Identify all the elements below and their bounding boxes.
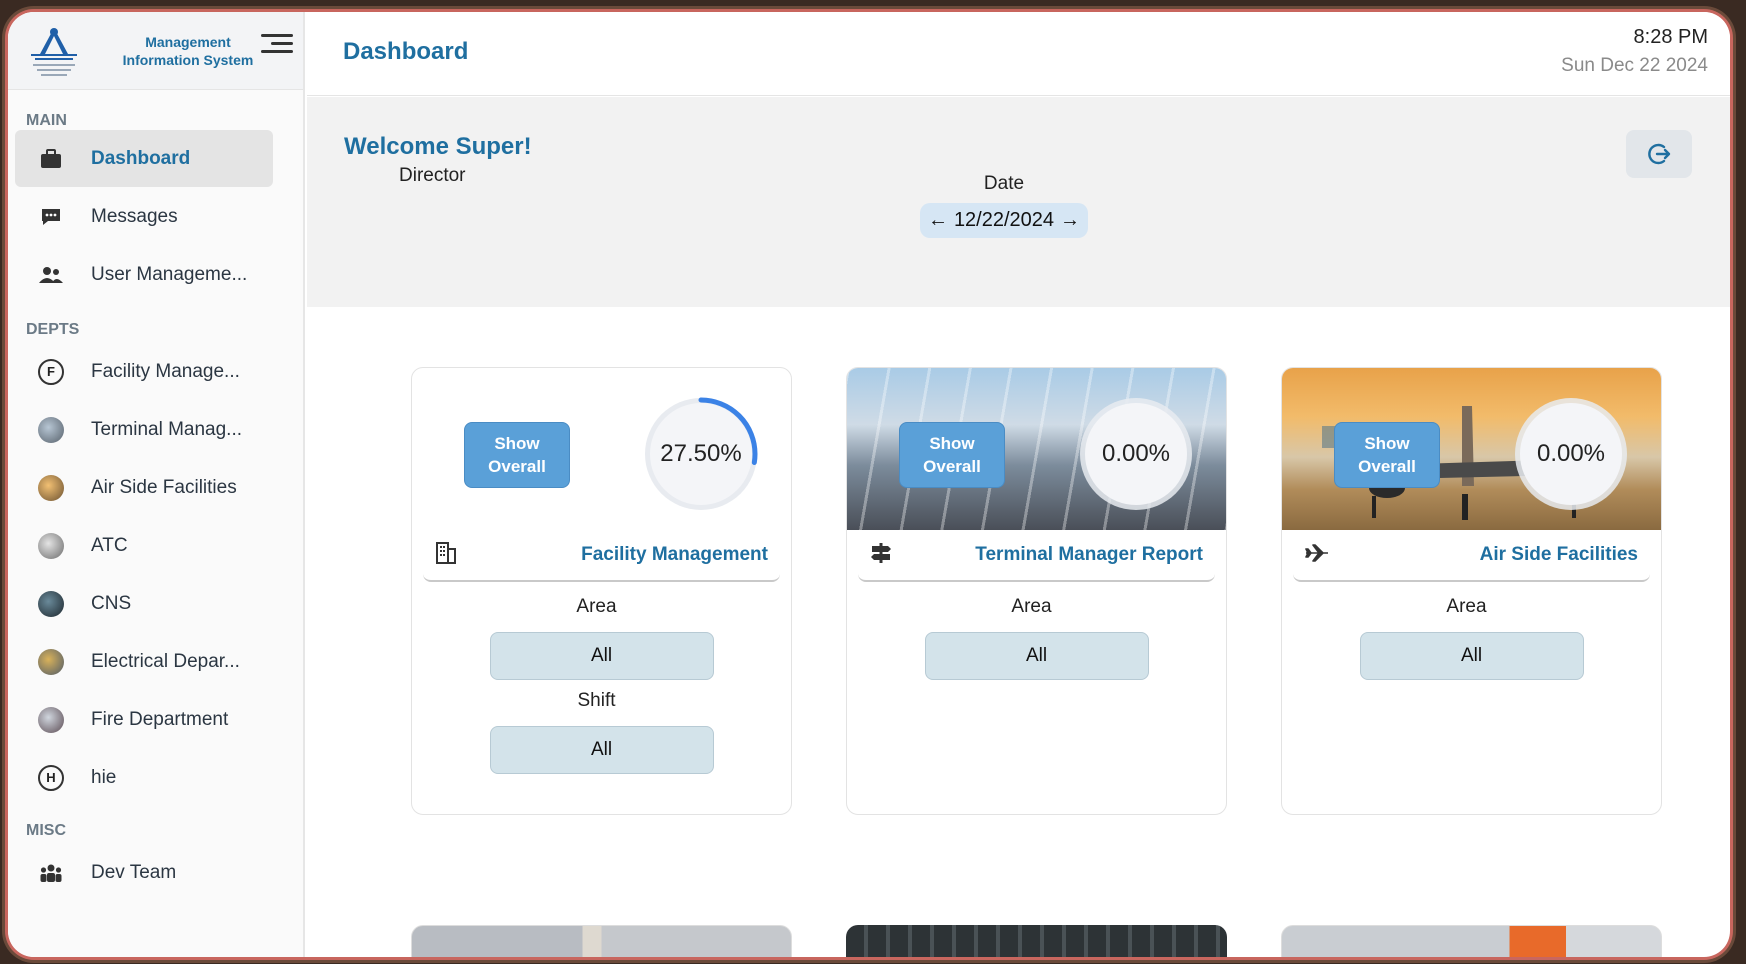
fire-avatar-icon: [37, 706, 65, 734]
sidebar-item-terminal-management[interactable]: Terminal Manag...: [15, 401, 273, 458]
card-title-row: Facility Management: [423, 530, 780, 582]
card-header: Show Overall 27.50%: [412, 368, 791, 530]
next-date-arrow-icon[interactable]: →: [1060, 209, 1080, 232]
sidebar-item-label: User Manageme...: [91, 263, 248, 285]
sidebar-item-facility-management[interactable]: F Facility Manage...: [15, 343, 273, 400]
clock: 8:28 PM Sun Dec 22 2024: [1561, 26, 1708, 77]
section-depts-label: DEPTS: [26, 321, 80, 338]
top-header: Dashboard 8:28 PM Sun Dec 22 2024: [307, 12, 1730, 96]
sidebar-item-label: hie: [91, 766, 117, 788]
brand: Management Information System: [8, 12, 303, 90]
card-air-side-facilities: Show Overall 0.00% Air Side Facilities A…: [1281, 367, 1662, 815]
area-label: Area: [576, 596, 617, 617]
welcome-greeting: Welcome Super!: [344, 133, 532, 160]
date-picker: Date ← 12/22/2024 →: [919, 173, 1089, 238]
section-main-label: MAIN: [26, 112, 67, 129]
sidebar-item-fire-department[interactable]: Fire Department: [15, 691, 273, 748]
card-title[interactable]: Terminal Manager Report: [975, 544, 1203, 566]
next-card-partial: [411, 925, 792, 957]
app-window: Management Information System MAIN Dashb…: [8, 12, 1730, 957]
sidebar-item-hie[interactable]: H hie: [15, 749, 273, 806]
logout-button[interactable]: [1626, 130, 1692, 178]
sidebar-item-label: Facility Manage...: [91, 360, 240, 382]
electrical-avatar-icon: [37, 648, 65, 676]
brand-title: Management Information System: [118, 33, 258, 69]
area-select[interactable]: All: [924, 632, 1149, 680]
sidebar: Management Information System MAIN Dashb…: [8, 12, 305, 957]
progress-gauge: 0.00%: [1077, 395, 1195, 513]
sidebar-item-dashboard[interactable]: Dashboard: [15, 130, 273, 187]
menu-toggle-icon[interactable]: [261, 34, 295, 56]
team-icon: [37, 859, 65, 887]
card-title-row: Air Side Facilities: [1293, 530, 1650, 582]
letter-f-icon: F: [37, 358, 65, 386]
terminal-avatar-icon: [37, 416, 65, 444]
progress-percent: 0.00%: [1536, 440, 1606, 467]
airside-avatar-icon: [37, 474, 65, 502]
sidebar-item-cns[interactable]: CNS: [15, 575, 273, 632]
next-card-partial: [846, 925, 1227, 957]
sidebar-item-label: Air Side Facilities: [91, 476, 237, 498]
sidebar-item-air-side-facilities[interactable]: Air Side Facilities: [15, 459, 273, 516]
sidebar-item-messages[interactable]: Messages: [15, 188, 273, 245]
airplane-icon: [1305, 543, 1329, 568]
area-select[interactable]: All: [1359, 632, 1584, 680]
progress-percent: 0.00%: [1101, 440, 1171, 467]
welcome-panel: Welcome Super! Director Date ← 12/22/202…: [307, 97, 1730, 307]
progress-percent: 27.50%: [660, 440, 742, 467]
sidebar-item-label: ATC: [91, 534, 128, 556]
sidebar-item-label: Messages: [91, 205, 178, 227]
letter-h-icon: H: [37, 764, 65, 792]
logout-icon: [1648, 143, 1671, 165]
date-value[interactable]: 12/22/2024: [954, 209, 1054, 232]
card-header-photo: Show Overall 0.00%: [1282, 368, 1661, 530]
area-label: Area: [1011, 596, 1052, 617]
sidebar-item-electrical-department[interactable]: Electrical Depar...: [15, 633, 273, 690]
sidebar-item-atc[interactable]: ATC: [15, 517, 273, 574]
users-icon: [37, 261, 65, 289]
sidebar-item-label: Terminal Manag...: [91, 418, 243, 440]
chat-icon: [37, 203, 65, 231]
building-icon: [435, 541, 457, 570]
shift-label: Shift: [577, 690, 616, 711]
progress-gauge: 0.00%: [1512, 395, 1630, 513]
brand-line1: Management: [145, 33, 231, 50]
prev-date-arrow-icon[interactable]: ←: [928, 209, 948, 232]
user-role: Director: [399, 165, 466, 186]
progress-gauge: 27.50%: [642, 395, 760, 513]
current-date: Sun Dec 22 2024: [1561, 55, 1708, 76]
area-select[interactable]: All: [489, 632, 714, 680]
sidebar-item-label: Fire Department: [91, 708, 229, 730]
cns-avatar-icon: [37, 590, 65, 618]
show-overall-button[interactable]: Show Overall: [1334, 422, 1440, 488]
date-pill: ← 12/22/2024 →: [919, 203, 1089, 238]
signpost-icon: [870, 542, 892, 569]
area-label: Area: [1446, 596, 1487, 617]
page-title: Dashboard: [343, 38, 469, 65]
sidebar-item-label: Dashboard: [91, 147, 191, 169]
section-misc-label: MISC: [26, 822, 66, 839]
card-terminal-manager-report: Show Overall 0.00% Terminal Manager Repo…: [846, 367, 1227, 815]
briefcase-icon: [37, 145, 65, 173]
sidebar-item-label: Electrical Depar...: [91, 650, 240, 672]
aai-logo: [24, 23, 84, 79]
atc-avatar-icon: [37, 532, 65, 560]
card-facility-management: Show Overall 27.50% Facility Management …: [411, 367, 792, 815]
card-title-row: Terminal Manager Report: [858, 530, 1215, 582]
sidebar-item-dev-team[interactable]: Dev Team: [15, 844, 273, 901]
sidebar-item-label: Dev Team: [91, 861, 177, 883]
card-title[interactable]: Facility Management: [581, 544, 768, 566]
card-title[interactable]: Air Side Facilities: [1480, 544, 1638, 566]
show-overall-button[interactable]: Show Overall: [464, 422, 570, 488]
sidebar-item-user-management[interactable]: User Manageme...: [15, 246, 273, 303]
shift-select[interactable]: All: [489, 726, 714, 774]
date-label: Date: [983, 173, 1025, 194]
current-time: 8:28 PM: [1633, 26, 1708, 48]
card-header-photo: Show Overall 0.00%: [847, 368, 1226, 530]
show-overall-button[interactable]: Show Overall: [899, 422, 1005, 488]
next-card-partial: [1281, 925, 1662, 957]
sidebar-item-label: CNS: [91, 592, 132, 614]
brand-line2: Information System: [122, 51, 254, 68]
